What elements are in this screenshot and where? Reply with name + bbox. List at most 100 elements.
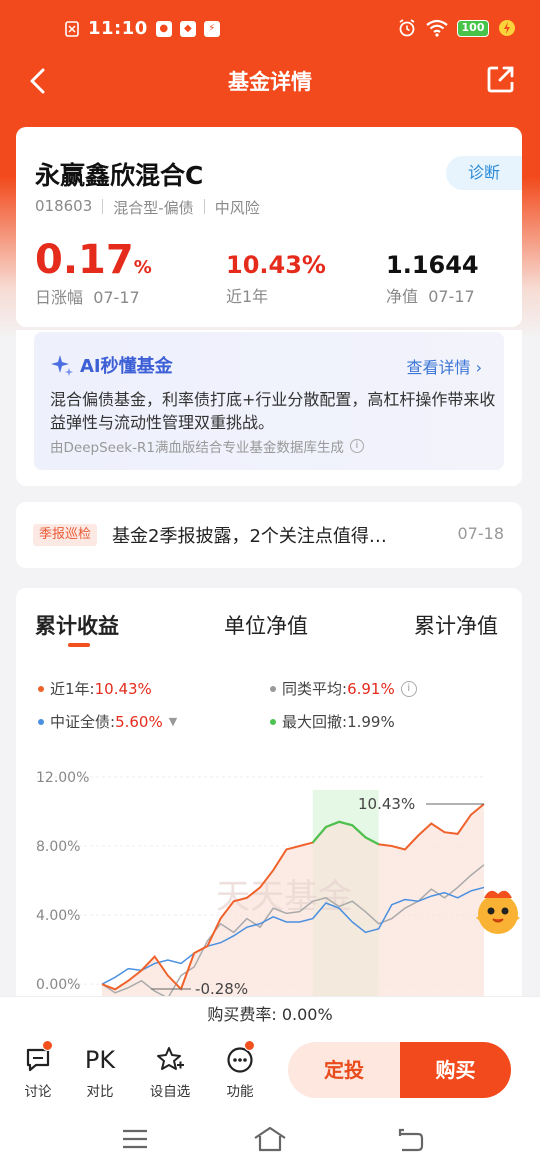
nav-bar: 基金详情 <box>0 56 540 106</box>
ai-summary-box[interactable]: AI秒懂基金 查看详情 › 混合偏债基金，利率债打底+行业分散配置，高杠杆操作带… <box>34 332 504 470</box>
ai-summary-text: 混合偏债基金，利率债打底+行业分散配置，高杠杆操作带来收益弹性与流动性管理双重挑… <box>50 390 496 432</box>
fund-summary-card: 永赢鑫欣混合C 诊断 018603 混合型-偏债 中风险 0.17% 日涨幅 0… <box>16 127 522 327</box>
compare-button[interactable]: PK 对比 <box>70 1044 130 1100</box>
legend-dot <box>270 685 276 692</box>
functions-button[interactable]: 功能 <box>210 1040 270 1100</box>
buy-button[interactable]: 购买 <box>400 1042 511 1098</box>
ai-title: AI秒懂基金 <box>50 352 173 378</box>
status-time: 11:10 <box>88 18 148 39</box>
legend-fund: 近1年: 10.43% <box>38 678 152 699</box>
performance-chart-card: 累计收益 单位净值 累计净值 近1年: 10.43% 同类平均: 6.91% i 中… <box>16 588 522 1018</box>
daily-change-label: 日涨幅 07-17 <box>35 284 152 308</box>
legend-dot <box>38 718 44 725</box>
legend-index-label: 中证全债: <box>50 713 116 731</box>
fund-tags: 018603 混合型-偏债 中风险 <box>35 197 260 218</box>
favorite-label: 设自选 <box>149 1084 191 1100</box>
max-annotation: 10.43% <box>358 795 415 813</box>
fund-risk: 中风险 <box>214 199 260 217</box>
nav-metric: 1.1644 净值 07-17 <box>386 251 479 307</box>
diagnose-button[interactable]: 诊断 <box>446 156 522 190</box>
alarm-icon <box>399 19 415 37</box>
charging-icon <box>499 20 515 36</box>
system-nav-bar <box>0 1110 540 1170</box>
home-icon[interactable] <box>252 1124 288 1154</box>
performance-chart[interactable]: 12.00%8.00%4.00%0.00%天天基金10.43%-0.28% <box>16 748 522 998</box>
discuss-icon-wrap <box>8 1040 68 1076</box>
legend-drawdown-value: 1.99% <box>347 712 395 731</box>
ai-link-text: 查看详情 <box>406 358 471 377</box>
discuss-label: 讨论 <box>24 1084 52 1100</box>
y-tick-label: 0.00% <box>36 977 80 993</box>
legend-drawdown: 最大回撤: 1.99% <box>270 711 395 732</box>
tab-cumulative-return[interactable]: 累计收益 <box>35 610 119 640</box>
sparkle-icon <box>51 355 73 376</box>
ai-footer-text: 由DeepSeek-R1满血版结合专业基金数据库生成 <box>50 440 344 456</box>
divider <box>102 199 104 214</box>
compare-label: 对比 <box>86 1084 114 1100</box>
divider <box>203 199 205 214</box>
ai-summary-section: AI秒懂基金 查看详情 › 混合偏债基金，利率债打底+行业分散配置，高杠杆操作带… <box>16 330 522 486</box>
info-icon[interactable]: i <box>349 439 364 453</box>
legend-dot <box>38 685 44 692</box>
tab-unit-nav[interactable]: 单位净值 <box>224 610 308 640</box>
functions-label: 功能 <box>226 1084 254 1100</box>
star-add-icon <box>157 1047 184 1070</box>
purchase-fee: 购买费率: 0.00% <box>0 996 540 1034</box>
legend-dot <box>270 718 276 725</box>
legend-peer-label: 同类平均: <box>282 680 348 698</box>
nav-label-text: 净值 <box>386 287 419 306</box>
notification-dot <box>42 1040 53 1051</box>
ai-footer: 由DeepSeek-R1满血版结合专业基金数据库生成 i <box>50 436 364 456</box>
daily-change-text: 日涨幅 <box>35 288 84 307</box>
message-icon <box>65 20 79 37</box>
discuss-button[interactable]: 讨论 <box>8 1040 68 1100</box>
ai-view-details-link[interactable]: 查看详情 › <box>406 354 482 378</box>
legend-drawdown-label: 最大回撤: <box>282 713 348 731</box>
wifi-icon <box>426 19 448 37</box>
pk-icon: PK <box>84 1046 116 1074</box>
legend-fund-value: 10.43% <box>94 679 152 698</box>
y-tick-label: 8.00% <box>36 839 80 855</box>
report-text: 基金2季报披露，2个关注点值得… <box>112 526 387 547</box>
daily-change-metric: 0.17% 日涨幅 07-17 <box>35 240 152 308</box>
status-bar: 11:10 ● ◆ ⚡ 100 <box>0 0 540 60</box>
tab-cumulative-nav[interactable]: 累计净值 <box>414 610 498 640</box>
tab-underline <box>68 643 90 647</box>
report-tag: 季报巡检 <box>33 524 98 546</box>
chevron-right-icon: › <box>475 358 482 377</box>
functions-icon-wrap <box>210 1040 270 1076</box>
y-tick-label: 12.00% <box>36 770 89 786</box>
year-return-label: 近1年 <box>226 287 269 306</box>
menu-icon[interactable] <box>120 1124 150 1154</box>
legend-fund-label: 近1年: <box>50 680 95 698</box>
daily-change-value: 0.17% <box>35 240 152 280</box>
y-tick-label: 4.00% <box>36 908 80 924</box>
auto-invest-button[interactable]: 定投 <box>288 1042 400 1098</box>
daily-change-unit: % <box>133 257 152 278</box>
back-nav-icon[interactable] <box>396 1124 426 1154</box>
legend-index[interactable]: 中证全债: 5.60% ▼ <box>38 711 177 732</box>
info-icon[interactable]: i <box>400 680 417 697</box>
report-card[interactable]: 季报巡检 基金2季报披露，2个关注点值得… 07-18 <box>16 502 522 568</box>
watermark: 天天基金 <box>216 877 352 917</box>
share-icon[interactable] <box>486 64 516 94</box>
bottom-toolbar: 讨论 PK 对比 设自选 功能 定投 购买 <box>0 1034 540 1110</box>
app-icon: ◆ <box>179 20 196 37</box>
battery-icon: 100 <box>457 19 489 37</box>
legend-index-value: 5.60% <box>115 712 163 731</box>
dropdown-icon[interactable]: ▼ <box>169 715 177 728</box>
daily-change-date: 07-17 <box>93 288 140 307</box>
legend-peer-value: 6.91% <box>347 679 395 698</box>
fund-code: 018603 <box>35 197 93 215</box>
fund-type: 混合型-偏债 <box>113 199 194 217</box>
chart-tabs: 累计收益 单位净值 累计净值 <box>16 610 522 650</box>
favorite-button[interactable]: 设自选 <box>140 1044 200 1100</box>
page-title: 基金详情 <box>228 70 312 94</box>
daily-change-number: 0.17 <box>35 237 134 283</box>
legend-peer: 同类平均: 6.91% i <box>270 678 417 699</box>
favorite-icon-wrap <box>140 1044 200 1076</box>
nav-value: 1.1644 <box>386 251 479 279</box>
report-date: 07-18 <box>457 524 505 543</box>
notification-dot <box>244 1040 255 1051</box>
mascot-icon[interactable] <box>470 884 526 940</box>
